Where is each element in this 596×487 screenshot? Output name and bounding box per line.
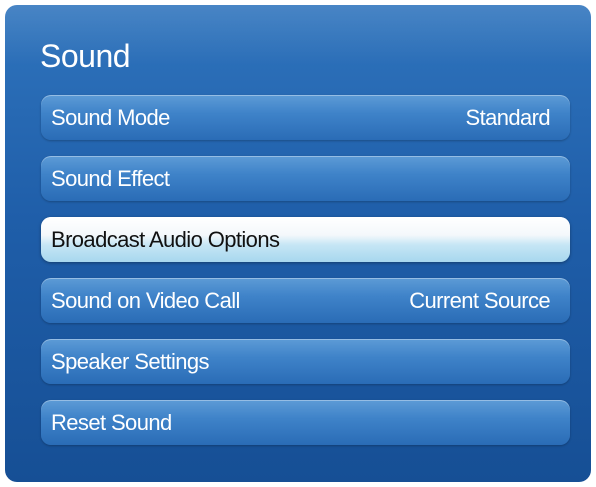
menu-item-value: Current Source bbox=[409, 287, 550, 313]
menu-item-label: Reset Sound bbox=[51, 409, 172, 435]
sound-menu-panel: Sound Sound Mode Standard Sound Effect B… bbox=[5, 5, 591, 482]
menu-item-value: Standard bbox=[465, 104, 551, 130]
menu-title: Sound bbox=[40, 38, 131, 74]
menu-item-reset-sound[interactable]: Reset Sound bbox=[41, 400, 570, 445]
menu-item-sound-on-video-call[interactable]: Sound on Video Call Current Source bbox=[41, 278, 570, 323]
menu-item-speaker-settings[interactable]: Speaker Settings bbox=[41, 339, 570, 384]
menu-item-label: Sound on Video Call bbox=[51, 287, 240, 313]
menu-item-sound-effect[interactable]: Sound Effect bbox=[41, 156, 570, 201]
menu-item-label: Sound Mode bbox=[51, 104, 170, 130]
menu-item-label: Sound Effect bbox=[51, 165, 170, 191]
menu-item-broadcast-audio-options[interactable]: Broadcast Audio Options bbox=[41, 217, 570, 262]
menu-list: Sound Mode Standard Sound Effect Broadca… bbox=[41, 95, 570, 461]
menu-item-label: Broadcast Audio Options bbox=[51, 226, 280, 252]
menu-item-label: Speaker Settings bbox=[51, 348, 210, 374]
menu-item-sound-mode[interactable]: Sound Mode Standard bbox=[41, 95, 570, 140]
